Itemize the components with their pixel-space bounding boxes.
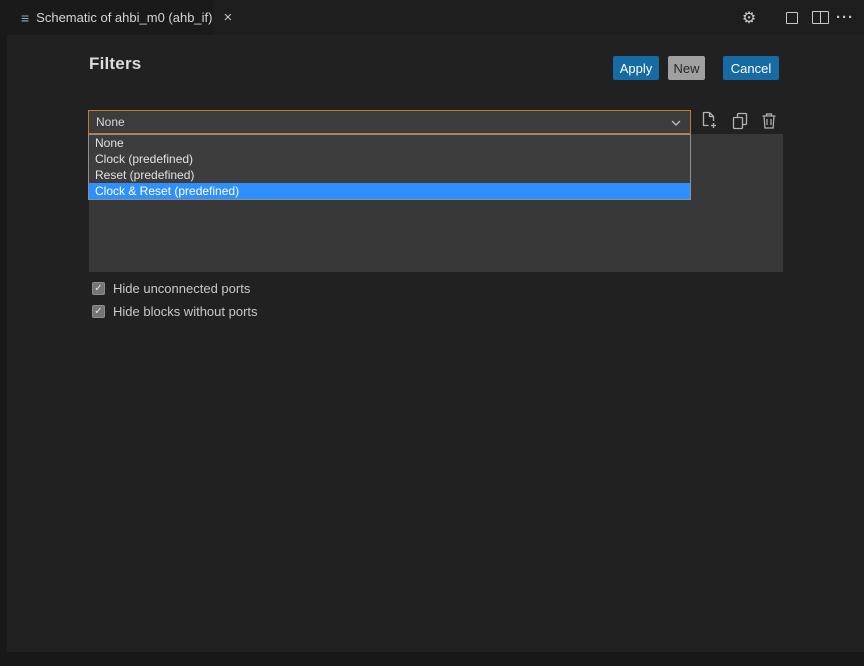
preset-options-list: None Clock (predefined) Reset (predefine… bbox=[88, 134, 691, 200]
option-reset-predefined[interactable]: Reset (predefined) bbox=[89, 167, 690, 183]
hide-unconnected-ports-row[interactable]: ✓ Hide unconnected ports bbox=[92, 281, 250, 296]
page-title: Filters bbox=[89, 54, 141, 74]
tab-title: Schematic of ahbi_m0 (ahb_if) bbox=[36, 10, 212, 25]
tab-schematic[interactable]: ≡ Schematic of ahbi_m0 (ahb_if) × bbox=[8, 0, 213, 35]
split-glyph bbox=[812, 11, 829, 24]
hide-unconnected-ports-checkbox[interactable]: ✓ bbox=[92, 282, 105, 295]
option-none[interactable]: None bbox=[89, 135, 690, 151]
cancel-button[interactable]: Cancel bbox=[723, 56, 779, 80]
hide-blocks-without-ports-checkbox[interactable]: ✓ bbox=[92, 305, 105, 318]
delete-filter-icon[interactable] bbox=[760, 111, 778, 131]
tab-strip-empty-area bbox=[213, 0, 864, 35]
copy-filter-icon[interactable] bbox=[730, 111, 750, 131]
more-actions-icon[interactable]: ··· bbox=[835, 0, 855, 35]
filters-panel: Filters Apply New Cancel None bbox=[7, 35, 864, 652]
close-icon[interactable]: × bbox=[223, 10, 232, 25]
square-glyph bbox=[786, 12, 798, 24]
hide-blocks-without-ports-label: Hide blocks without ports bbox=[113, 304, 258, 319]
settings-gear-icon[interactable]: ⚙ bbox=[739, 0, 759, 35]
chevron-down-icon bbox=[671, 120, 681, 126]
layout-square-icon[interactable] bbox=[784, 0, 800, 35]
filter-preset-value: None bbox=[96, 115, 125, 129]
new-button[interactable]: New bbox=[668, 56, 705, 80]
split-editor-icon[interactable] bbox=[810, 0, 830, 35]
hide-unconnected-ports-label: Hide unconnected ports bbox=[113, 281, 250, 296]
schematic-list-icon: ≡ bbox=[21, 11, 29, 25]
editor-tab-bar: ≡ Schematic of ahbi_m0 (ahb_if) × ⚙ ··· bbox=[0, 0, 864, 35]
option-clock-predefined[interactable]: Clock (predefined) bbox=[89, 151, 690, 167]
filter-preset-select[interactable]: None bbox=[88, 110, 691, 134]
new-filter-icon[interactable] bbox=[699, 110, 719, 131]
hide-blocks-without-ports-row[interactable]: ✓ Hide blocks without ports bbox=[92, 304, 258, 319]
apply-button[interactable]: Apply bbox=[613, 56, 659, 80]
option-clock-reset-predefined[interactable]: Clock & Reset (predefined) bbox=[89, 183, 690, 199]
